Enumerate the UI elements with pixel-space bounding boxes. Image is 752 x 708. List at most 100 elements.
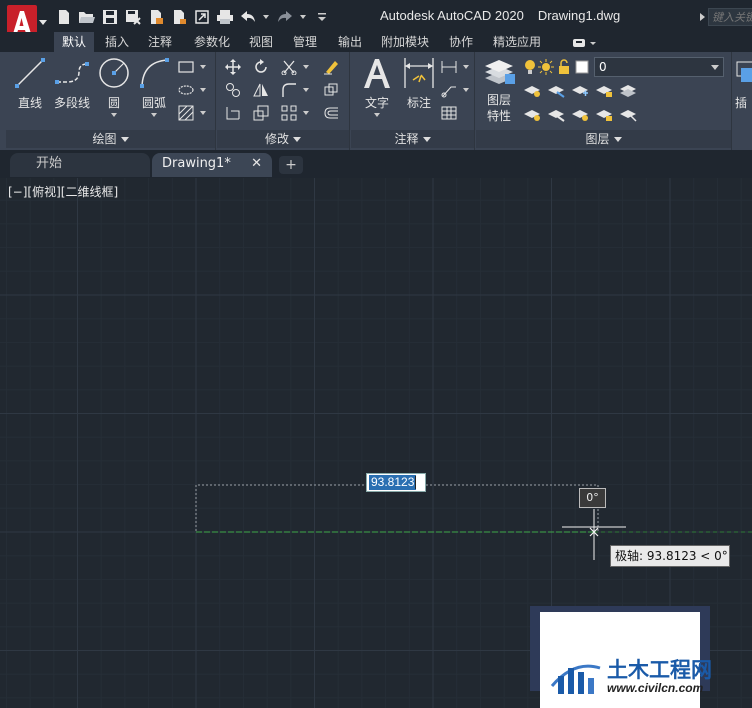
open-from-web-icon[interactable] (146, 7, 165, 26)
line-button[interactable]: 直线 (10, 56, 50, 128)
block-panel: 插 (733, 52, 752, 150)
trim-icon[interactable] (279, 57, 299, 77)
new-tab-button[interactable]: + (279, 156, 303, 174)
circle-button[interactable]: 圆 (94, 56, 134, 128)
tab-parametric[interactable]: 参数化 (185, 32, 239, 52)
copy-icon[interactable] (223, 80, 243, 100)
fillet-dropdown-icon[interactable] (303, 88, 309, 92)
layer-on-icon[interactable] (522, 105, 542, 125)
chevron-down-icon (711, 65, 719, 70)
ellipse-icon[interactable] (176, 80, 196, 100)
text-button[interactable]: 文字 (357, 56, 397, 128)
plot-icon[interactable] (215, 7, 234, 26)
modify-panel-label[interactable]: 修改 (217, 130, 349, 148)
layer-off-icon[interactable] (522, 81, 542, 101)
rectangle-dropdown-icon[interactable] (200, 65, 206, 69)
tab-output[interactable]: 输出 (330, 32, 370, 52)
tab-start[interactable]: 开始 (10, 153, 150, 177)
arc-icon (140, 58, 169, 88)
layer-properties-icon (485, 60, 515, 84)
save-as-icon[interactable] (123, 7, 142, 26)
trim-dropdown-icon[interactable] (303, 65, 309, 69)
layers-panel-title: 图层 (585, 132, 610, 146)
fillet-icon[interactable] (279, 80, 299, 100)
tab-home[interactable]: 默认 (54, 32, 94, 52)
tab-featured-apps[interactable]: 精选应用 (486, 32, 548, 52)
dynamic-angle-input[interactable]: 0° (579, 488, 606, 508)
ellipse-dropdown-icon[interactable] (200, 88, 206, 92)
offset-icon[interactable] (321, 103, 341, 123)
scale-icon[interactable] (251, 103, 271, 123)
tab-addins[interactable]: 附加模块 (374, 32, 436, 52)
undo-dropdown-icon[interactable] (261, 7, 271, 26)
leader-icon[interactable] (439, 80, 459, 100)
save-icon[interactable] (100, 7, 119, 26)
expand-icon[interactable] (700, 13, 705, 21)
layer-isolate-icon[interactable] (546, 81, 566, 101)
tab-drawing1-label: Drawing1* (162, 156, 231, 171)
polyline-button[interactable]: 多段线 (50, 56, 94, 128)
viewport-controls[interactable]: [−][俯视][二维线框] (8, 183, 118, 200)
circle-dropdown-icon[interactable] (111, 113, 117, 117)
layer-thaw-icon[interactable] (570, 105, 590, 125)
layer-unlock-icon[interactable] (594, 105, 614, 125)
insert-button[interactable]: 插 (735, 56, 752, 128)
close-icon[interactable]: ✕ (251, 153, 262, 175)
move-icon[interactable] (223, 57, 243, 77)
mirror-icon[interactable] (251, 80, 271, 100)
array-dropdown-icon[interactable] (303, 111, 309, 115)
tab-overflow[interactable] (566, 32, 602, 52)
chevron-down-icon (422, 137, 431, 142)
dimension-button[interactable]: 标注 (399, 56, 439, 128)
leader-dropdown-icon[interactable] (463, 88, 469, 92)
layer-unisolate-icon[interactable] (546, 105, 566, 125)
text-label: 文字 (364, 96, 389, 110)
layers-panel-label[interactable]: 图层 (476, 130, 731, 148)
array-icon[interactable] (279, 103, 299, 123)
tab-manage[interactable]: 管理 (284, 32, 326, 52)
tab-collaborate[interactable]: 协作 (440, 32, 482, 52)
save-to-web-icon[interactable] (169, 7, 188, 26)
tab-insert[interactable]: 插入 (97, 32, 137, 52)
annotation-panel-label[interactable]: 注释 (351, 130, 474, 148)
hatch-icon[interactable] (176, 103, 196, 123)
new-icon[interactable] (54, 7, 73, 26)
customize-qat-icon[interactable] (312, 7, 331, 26)
tab-drawing1[interactable]: Drawing1* ✕ (152, 153, 272, 177)
table-icon[interactable] (439, 103, 459, 123)
undo-icon[interactable] (238, 7, 257, 26)
tab-annotate[interactable]: 注释 (140, 32, 180, 52)
arc-label: 圆弧 (141, 96, 166, 110)
linear-dimension-dropdown-icon[interactable] (463, 65, 469, 69)
stretch-icon[interactable] (223, 103, 243, 123)
rotate-icon[interactable] (251, 57, 271, 77)
arc-button[interactable]: 圆弧 (134, 56, 174, 128)
window-title: Autodesk AutoCAD 2020 Drawing1.dwg (380, 8, 620, 23)
modify-panel: 修改 (217, 52, 350, 150)
make-current-icon[interactable] (618, 81, 638, 101)
modify-panel-title: 修改 (264, 132, 289, 146)
search-input[interactable] (708, 8, 752, 26)
layer-dropdown[interactable]: 0 (594, 57, 724, 77)
switch-window-icon[interactable] (192, 7, 211, 26)
layer-properties-button[interactable]: 图层 特性 (478, 56, 520, 128)
hatch-dropdown-icon[interactable] (200, 111, 206, 115)
layer-lock-icon[interactable] (594, 81, 614, 101)
layer-freeze-icon[interactable] (570, 81, 590, 101)
tab-view[interactable]: 视图 (242, 32, 280, 52)
redo-icon[interactable] (275, 7, 294, 26)
draw-panel-label[interactable]: 绘图 (6, 130, 215, 148)
erase-icon[interactable] (321, 57, 341, 77)
arc-dropdown-icon[interactable] (151, 113, 157, 117)
line-icon (15, 58, 45, 88)
polar-tracking-tooltip: 极轴: 93.8123 < 0° (610, 545, 730, 567)
rectangle-icon[interactable] (176, 57, 196, 77)
dynamic-length-input[interactable]: 93.8123 (366, 473, 426, 492)
text-dropdown-icon[interactable] (374, 113, 380, 117)
open-icon[interactable] (77, 7, 96, 26)
redo-dropdown-icon[interactable] (298, 7, 308, 26)
ribbon: 直线 多段线 圆 圆弧 绘图 修改 文字 标注 注释 图层 特性 0 图层 插 (0, 52, 752, 150)
linear-dimension-icon[interactable] (439, 57, 459, 77)
match-layer-icon[interactable] (618, 105, 638, 125)
explode-icon[interactable] (321, 80, 341, 100)
